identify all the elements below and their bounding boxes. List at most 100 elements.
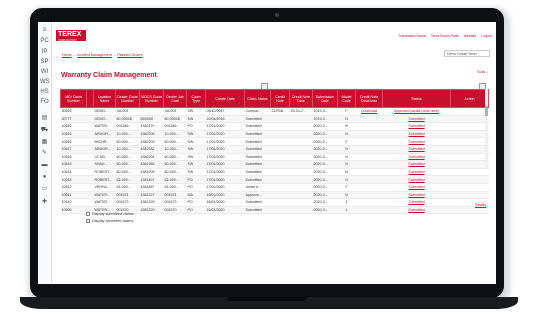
table-cell: Submitted — [244, 153, 271, 162]
table-cell — [289, 198, 313, 207]
table-row[interactable]: 10614 ROBERT... 60-000... 4381909 60-000... S… — [60, 168, 489, 177]
table-cell[interactable] — [355, 145, 383, 154]
ip-icon[interactable]: IP — [40, 48, 49, 57]
table-cell[interactable] — [355, 175, 383, 184]
display-submitted-checkbox[interactable] — [86, 212, 90, 216]
table-cell[interactable]: Submitted — [382, 206, 451, 215]
table-cell[interactable] — [355, 198, 383, 207]
details-link[interactable]: Details — [475, 203, 486, 207]
table-cell: Submitted — [244, 122, 271, 131]
wi-icon[interactable]: WI — [40, 68, 49, 77]
display-cancelled-option[interactable]: Display cancelled claims — [86, 219, 133, 223]
table-cell[interactable] — [355, 183, 383, 192]
column-header[interactable]: Create Date — [205, 89, 245, 108]
table-row[interactable]: 10616 ARMOR... 10-000... 4382205 10-000... SW… — [60, 130, 489, 139]
table-cell[interactable] — [355, 191, 383, 200]
wrench-icon[interactable]: ✎ — [40, 149, 49, 158]
table-cell[interactable] — [355, 137, 383, 146]
pin-icon[interactable]: ● — [40, 173, 49, 182]
table-cell: Submitted — [244, 198, 271, 207]
display-submitted-option[interactable]: Display submitted claims — [86, 212, 134, 216]
table-row[interactable]: 10615 SHAH... 60-000... 4381955 60-000... SW 1… — [60, 160, 489, 169]
table-row[interactable]: 10616 MICHR... 60-000... 4382203 60-000... SW… — [60, 137, 489, 146]
table-cell[interactable]: Submitted — [382, 153, 451, 162]
table-row[interactable]: 10612 VERHA... 61-000... 4381857 61-000... PO… — [60, 183, 489, 192]
table-row[interactable]: 10611 WATER... 001571 4381327 001571 MA 16/01/… — [60, 191, 489, 200]
column-header[interactable]: Claim Type — [186, 89, 206, 108]
table-cell[interactable]: Submitted — [382, 183, 451, 192]
column-header[interactable] — [86, 89, 94, 108]
column-header[interactable]: Credit Note Date — [289, 89, 313, 108]
table-cell[interactable] — [355, 122, 383, 131]
table-cell[interactable]: Submitted — [382, 160, 451, 169]
table-cell: 17/01/2020 — [205, 175, 245, 184]
table-cell[interactable]: Submitted — [382, 115, 451, 124]
menu-icon[interactable]: ≡ — [40, 26, 49, 35]
column-header[interactable]: Status — [382, 89, 451, 108]
table-cell: Submitted — [244, 175, 271, 184]
table-row[interactable]: 10610 WATER... 001573 4381325 001573 PO 16/01/… — [60, 198, 489, 207]
sp-icon[interactable]: SP — [40, 58, 49, 67]
logo-text: TEREX — [58, 31, 82, 38]
table-cell[interactable]: Submitted — [382, 191, 451, 200]
table-cell[interactable]: Submitted — [382, 130, 451, 139]
table-cell: 2020-0... — [312, 137, 338, 146]
column-header[interactable]: Submission Date — [312, 89, 338, 108]
table-cell — [86, 160, 94, 169]
table-cell[interactable]: Submitted — [382, 168, 451, 177]
column-header[interactable]: Dealer Job Card — [163, 89, 187, 108]
table-cell[interactable] — [355, 206, 383, 215]
hs-icon[interactable]: HS — [40, 88, 49, 97]
cart-icon[interactable]: ▬ — [40, 161, 49, 170]
tools-menu[interactable]: Tools ↓ — [477, 70, 488, 74]
table-cell[interactable]: Submitted — [382, 175, 451, 184]
table-cell[interactable]: Submitted — [382, 198, 451, 207]
translation-link[interactable]: Translation Name — [398, 34, 426, 38]
breadcrumb-home[interactable]: Home — [62, 53, 72, 57]
ws-icon[interactable]: WS — [40, 78, 50, 87]
parts-link[interactable]: Terex Boom Parts — [431, 34, 459, 38]
doc-icon[interactable]: ▤ — [40, 114, 49, 123]
table-row[interactable]: 10613 ROBERT... 62-000... 4381497 62-000... P… — [60, 175, 489, 184]
table-cell[interactable] — [355, 160, 383, 169]
table-cell[interactable]: Submitted — [382, 145, 451, 154]
website-link[interactable]: Website — [464, 34, 477, 38]
table-cell[interactable]: Submitted — [382, 137, 451, 146]
table-scrollbar[interactable] — [485, 89, 488, 169]
table-cell[interactable] — [355, 168, 383, 177]
customer-select[interactable]: Demo Dealer Terex — [444, 50, 490, 57]
column-header[interactable]: Action — [450, 89, 489, 108]
column-header[interactable]: MOCS Claim Number — [139, 89, 164, 108]
table-cell[interactable] — [355, 115, 383, 124]
archive-icon[interactable]: ▭ — [40, 185, 49, 194]
breadcrumb-mid[interactable]: Incident Management — [77, 53, 112, 57]
breadcrumb-current[interactable]: Planned Orders — [117, 53, 142, 57]
truck-icon[interactable]: ⛟ — [40, 126, 49, 135]
column-header[interactable]: Model Code — [337, 89, 356, 108]
column-header[interactable]: Credit Note Download — [355, 89, 383, 108]
column-header[interactable]: Dealer Claim Number — [115, 89, 140, 108]
table-cell[interactable] — [355, 153, 383, 162]
column-header[interactable]: Claim Status — [244, 89, 271, 108]
calendar-icon[interactable]: ▦ — [40, 138, 49, 147]
table-cell[interactable]: Approved partial (click here) — [382, 107, 451, 116]
table-row[interactable]: 10616 WATER... 001346 4382170 001346 PO 17/01/… — [60, 122, 489, 131]
table-cell[interactable]: Download — [355, 107, 383, 116]
column-header[interactable]: MDI Claim Number — [60, 89, 87, 108]
table-cell — [86, 115, 94, 124]
table-cell[interactable]: Submitted — [382, 122, 451, 131]
display-cancelled-checkbox[interactable] — [86, 219, 90, 223]
table-row[interactable]: 30777 DEMO... 80-00008 B00008 80-00008 SW 22/0… — [60, 115, 489, 124]
column-header[interactable]: Location Name — [93, 89, 116, 108]
column-header[interactable]: Credit Note — [270, 89, 290, 108]
pc-icon[interactable]: PC — [40, 37, 49, 46]
table-cell[interactable] — [355, 130, 383, 139]
logout-link[interactable]: Logout — [481, 34, 492, 38]
table-row[interactable]: 10616 LE ND... 60-000... 4382204 60-000... SW… — [60, 153, 489, 162]
scroll-thumb[interactable] — [485, 106, 488, 116]
fo-icon[interactable]: FO — [40, 98, 49, 107]
table-row[interactable]: 10617 ARMOR... 10-000... 4382182 10-000... SW… — [60, 145, 489, 154]
plus-icon[interactable]: ✚ — [40, 198, 49, 207]
table-row[interactable]: 30693 DEMO... SA-001 SA-001 SW 05/12/2017 Comp… — [60, 107, 489, 116]
table-cell: 60-000... — [163, 153, 187, 162]
